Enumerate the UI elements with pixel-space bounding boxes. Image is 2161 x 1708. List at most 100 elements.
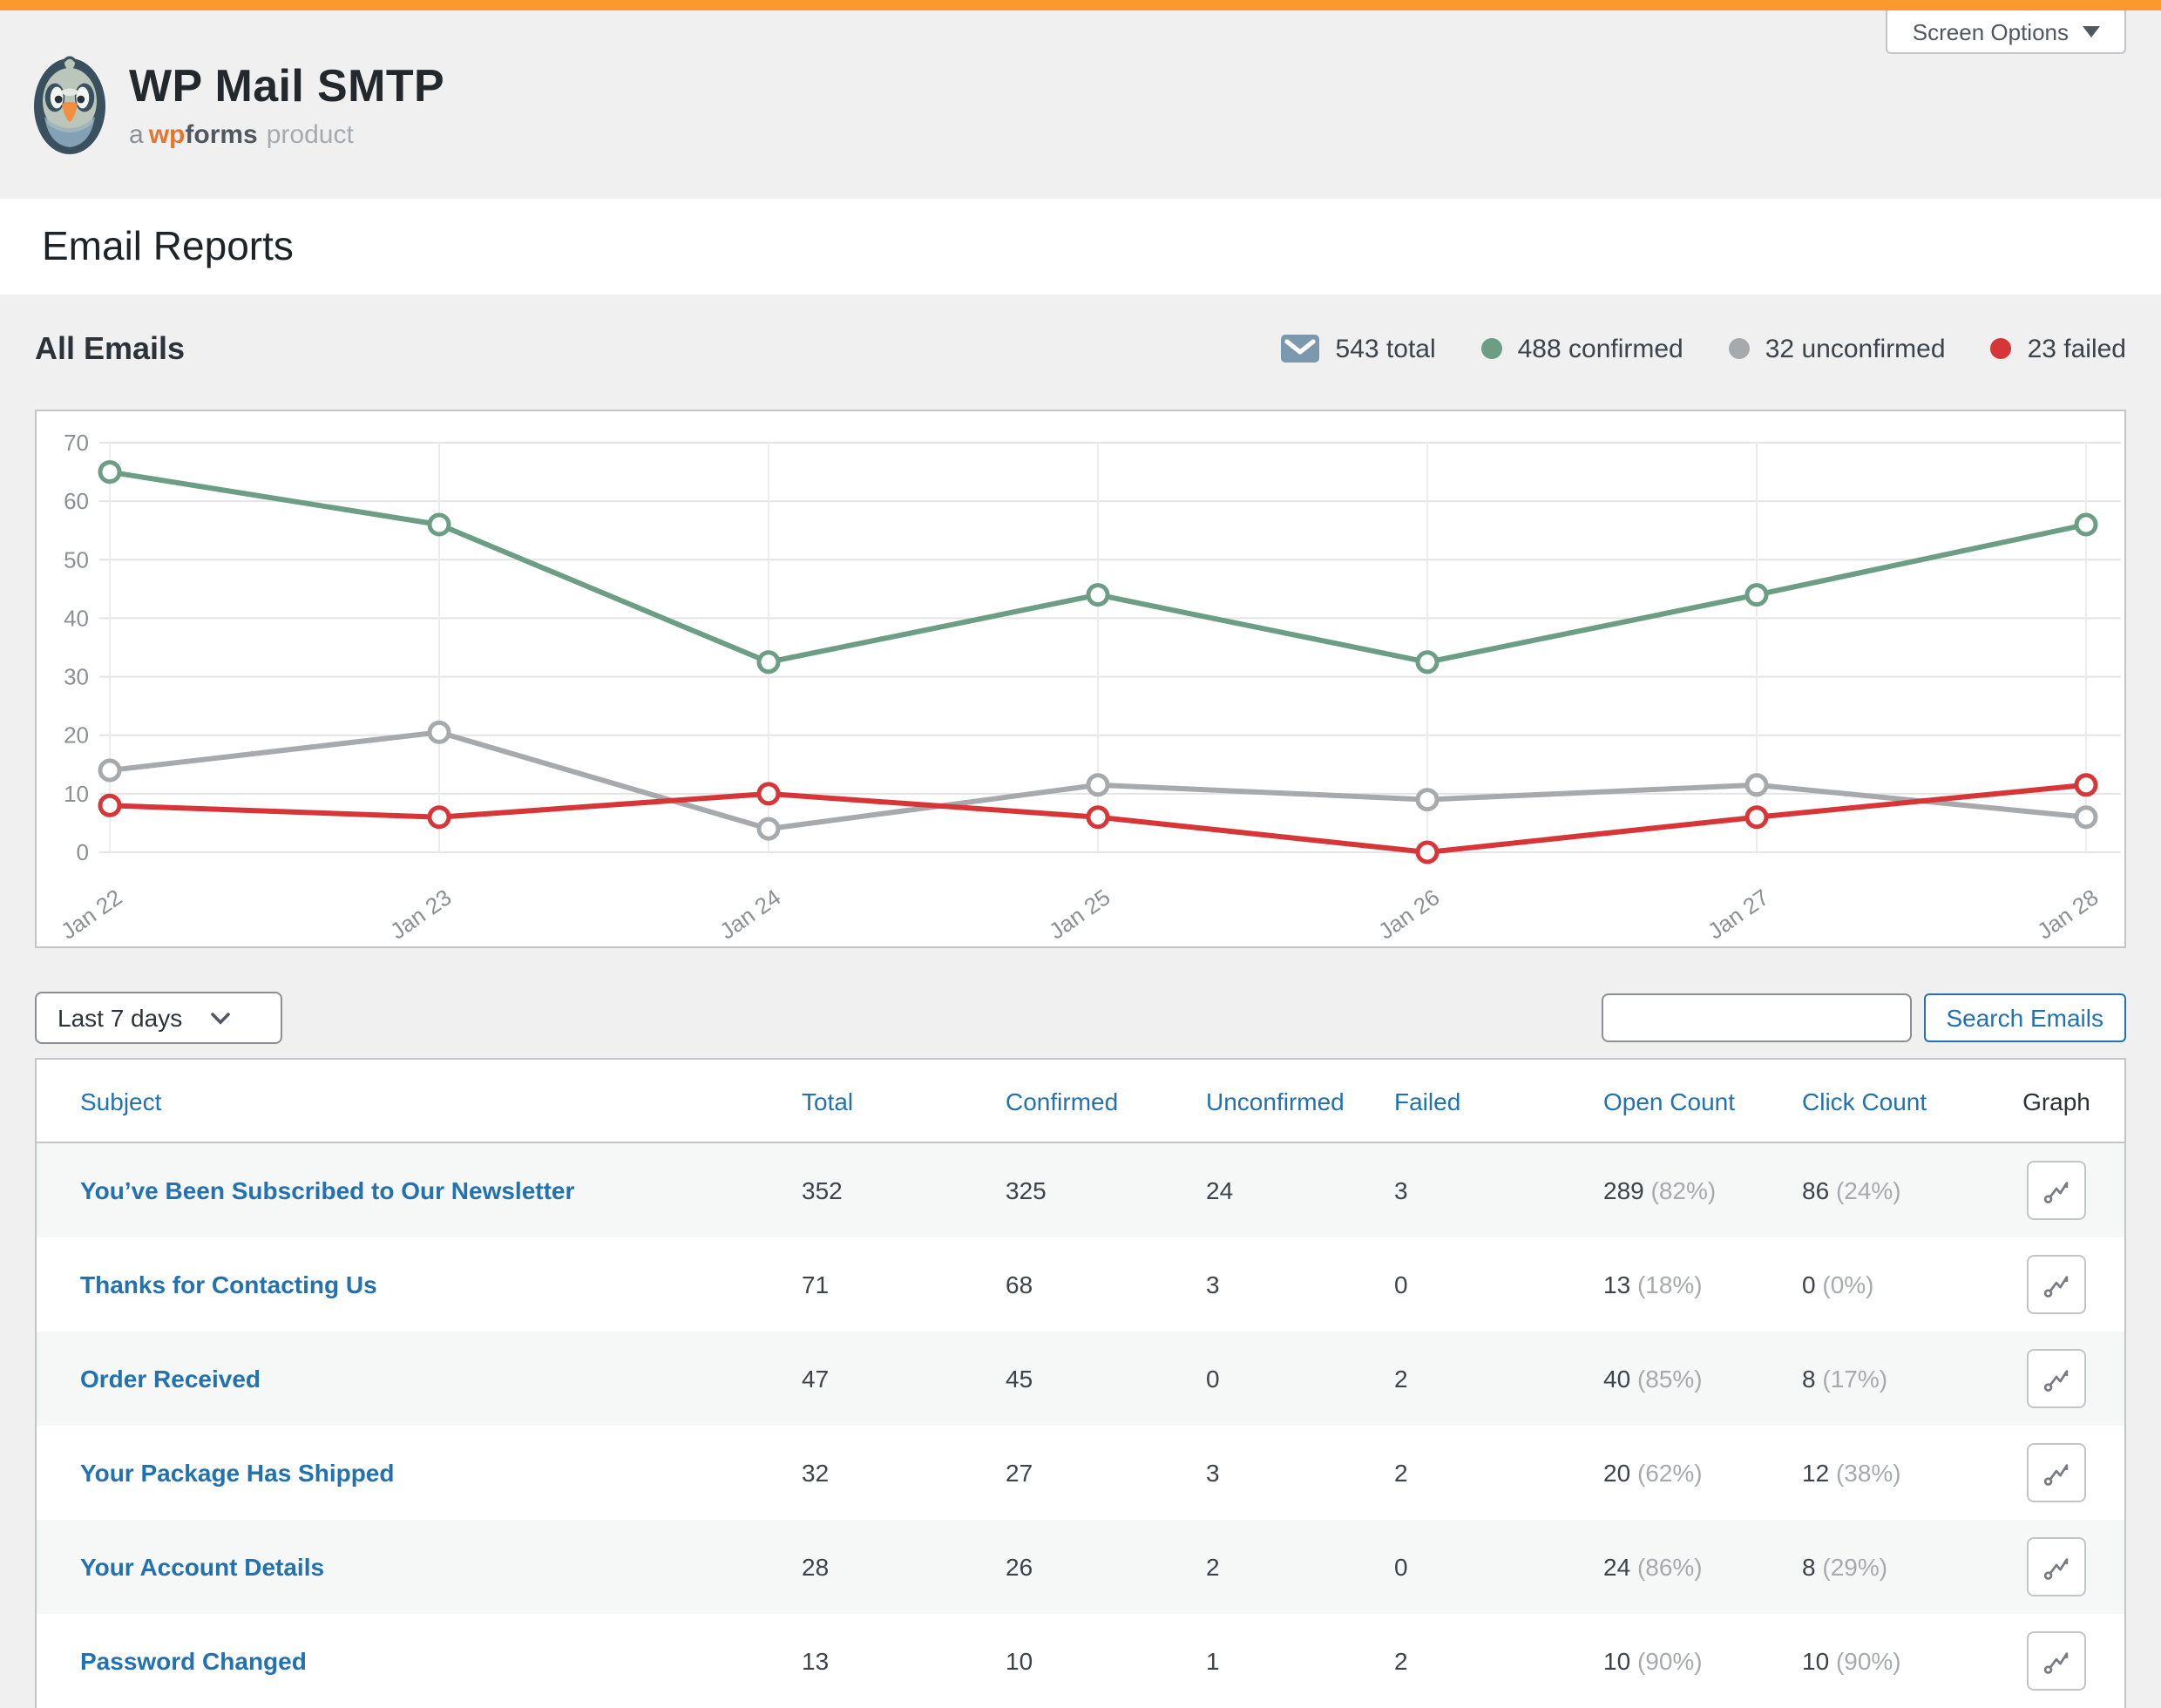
- search-emails-button[interactable]: Search Emails: [1923, 993, 2126, 1042]
- click-count-cell: 86 (24%): [1800, 1142, 1988, 1237]
- subject-link[interactable]: Password Changed: [80, 1647, 307, 1675]
- open-count-cell: 24 (86%): [1602, 1520, 1800, 1614]
- svg-text:Jan 25: Jan 25: [1044, 884, 1114, 944]
- graph-button[interactable]: [2027, 1255, 2086, 1314]
- subject-link[interactable]: Your Account Details: [80, 1553, 324, 1581]
- graph-button[interactable]: [2027, 1631, 2086, 1691]
- chart-legend: 543 total 488 confirmed 32 unconfirmed 2…: [1282, 334, 2126, 363]
- unconfirmed-cell: 2: [1204, 1520, 1392, 1614]
- trend-line-icon: [2042, 1646, 2071, 1676]
- svg-text:Jan 28: Jan 28: [2032, 884, 2103, 944]
- click-count-cell: 8 (17%): [1800, 1332, 1988, 1426]
- email-table-body: You’ve Been Subscribed to Our Newsletter…: [37, 1142, 2124, 1708]
- svg-text:70: 70: [64, 430, 89, 456]
- svg-text:30: 30: [64, 664, 89, 690]
- total-cell: 71: [800, 1237, 1004, 1332]
- table-row: Order Received 47 45 0 2 40 (85%) 8 (17%…: [37, 1332, 2124, 1426]
- legend-label-unconfirmed: 32 unconfirmed: [1765, 334, 1946, 363]
- click-count-cell: 8 (29%): [1800, 1520, 1988, 1614]
- graph-button[interactable]: [2027, 1349, 2086, 1408]
- svg-text:Jan 24: Jan 24: [715, 884, 785, 944]
- table-row: Password Changed 13 10 1 2 10 (90%) 10 (…: [37, 1614, 2124, 1708]
- table-controls-row: Last 7 days Search Emails: [35, 993, 2126, 1042]
- table-row: Your Package Has Shipped 32 27 3 2 20 (6…: [37, 1426, 2124, 1520]
- date-range-value: Last 7 days: [58, 1004, 182, 1032]
- screen-options-label: Screen Options: [1913, 18, 2069, 44]
- svg-text:50: 50: [64, 546, 89, 573]
- table-header-row: Subject Total Confirmed Unconfirmed Fail…: [37, 1060, 2124, 1142]
- svg-text:20: 20: [64, 722, 89, 749]
- open-count-cell: 10 (90%): [1602, 1614, 1800, 1708]
- unconfirmed-dot-icon: [1729, 338, 1750, 359]
- section-title: All Emails: [35, 330, 185, 367]
- top-accent-bar: [0, 0, 2161, 10]
- unconfirmed-cell: 3: [1204, 1237, 1392, 1332]
- legend-label-failed: 23 failed: [2028, 334, 2126, 363]
- email-reports-table: Subject Total Confirmed Unconfirmed Fail…: [37, 1060, 2124, 1708]
- table-row: Thanks for Contacting Us 71 68 3 0 13 (1…: [37, 1237, 2124, 1332]
- unconfirmed-cell: 3: [1204, 1426, 1392, 1520]
- unconfirmed-cell: 1: [1204, 1614, 1392, 1708]
- subject-link[interactable]: Order Received: [80, 1365, 261, 1393]
- graph-button[interactable]: [2027, 1161, 2086, 1220]
- legend-item-total: 543 total: [1282, 334, 1436, 363]
- email-reports-table-card: Subject Total Confirmed Unconfirmed Fail…: [35, 1058, 2126, 1708]
- sort-unconfirmed[interactable]: Unconfirmed: [1206, 1087, 1345, 1115]
- tagline-brand-wp: wp: [149, 120, 186, 150]
- subject-link[interactable]: You’ve Been Subscribed to Our Newsletter: [80, 1176, 574, 1204]
- legend-label-total: 543 total: [1336, 334, 1436, 363]
- chevron-down-icon: [2083, 25, 2100, 37]
- click-count-cell: 0 (0%): [1800, 1237, 1988, 1332]
- confirmed-dot-icon: [1481, 338, 1502, 359]
- open-count-cell: 20 (62%): [1602, 1426, 1800, 1520]
- app-header: WP Mail SMTP awpformsproduct Screen Opti…: [0, 10, 2161, 199]
- subject-link[interactable]: Your Package Has Shipped: [80, 1459, 395, 1487]
- total-cell: 352: [800, 1142, 1004, 1237]
- failed-cell: 0: [1392, 1237, 1602, 1332]
- trend-line-icon: [2042, 1364, 2071, 1393]
- svg-text:0: 0: [77, 839, 89, 865]
- failed-cell: 2: [1392, 1614, 1602, 1708]
- search-group: Search Emails: [1601, 993, 2126, 1042]
- total-cell: 47: [800, 1332, 1004, 1426]
- confirmed-cell: 27: [1004, 1426, 1204, 1520]
- trend-line-icon: [2042, 1270, 2071, 1299]
- table-row: You’ve Been Subscribed to Our Newsletter…: [37, 1142, 2124, 1237]
- failed-cell: 0: [1392, 1520, 1602, 1614]
- search-input[interactable]: [1601, 993, 1911, 1042]
- legend-item-failed: 23 failed: [1991, 334, 2126, 363]
- tagline-prefix: a: [129, 120, 144, 150]
- tagline-brand-forms: forms: [185, 120, 257, 150]
- tagline-suffix: product: [267, 120, 354, 150]
- svg-text:60: 60: [64, 488, 89, 514]
- open-count-cell: 40 (85%): [1602, 1332, 1800, 1426]
- sort-open-count[interactable]: Open Count: [1603, 1087, 1735, 1115]
- sort-failed[interactable]: Failed: [1394, 1087, 1460, 1115]
- click-count-cell: 12 (38%): [1800, 1426, 1988, 1520]
- screen-options-button[interactable]: Screen Options: [1887, 10, 2126, 54]
- sort-click-count[interactable]: Click Count: [1802, 1087, 1927, 1115]
- sort-confirmed[interactable]: Confirmed: [1006, 1087, 1118, 1115]
- svg-text:Jan 23: Jan 23: [385, 884, 456, 944]
- failed-cell: 3: [1392, 1142, 1602, 1237]
- failed-cell: 2: [1392, 1426, 1602, 1520]
- graph-button[interactable]: [2027, 1537, 2086, 1596]
- legend-item-unconfirmed: 32 unconfirmed: [1729, 334, 1946, 363]
- click-count-cell: 10 (90%): [1800, 1614, 1988, 1708]
- emails-chart-card: 010203040506070Jan 22Jan 23Jan 24Jan 25J…: [35, 410, 2126, 948]
- date-range-select[interactable]: Last 7 days: [35, 992, 282, 1044]
- failed-cell: 2: [1392, 1332, 1602, 1426]
- subject-link[interactable]: Thanks for Contacting Us: [80, 1271, 377, 1298]
- svg-text:Jan 27: Jan 27: [1703, 884, 1773, 944]
- unconfirmed-cell: 24: [1204, 1142, 1392, 1237]
- confirmed-cell: 10: [1004, 1614, 1204, 1708]
- sort-subject[interactable]: Subject: [80, 1087, 161, 1115]
- graph-button[interactable]: [2027, 1443, 2086, 1502]
- failed-dot-icon: [1991, 338, 2012, 359]
- page-title-band: Email Reports: [0, 199, 2161, 295]
- sort-total[interactable]: Total: [802, 1087, 853, 1115]
- svg-text:Jan 22: Jan 22: [56, 884, 126, 944]
- legend-label-confirmed: 488 confirmed: [1518, 334, 1683, 363]
- total-cell: 28: [800, 1520, 1004, 1614]
- envelope-icon: [1282, 335, 1320, 363]
